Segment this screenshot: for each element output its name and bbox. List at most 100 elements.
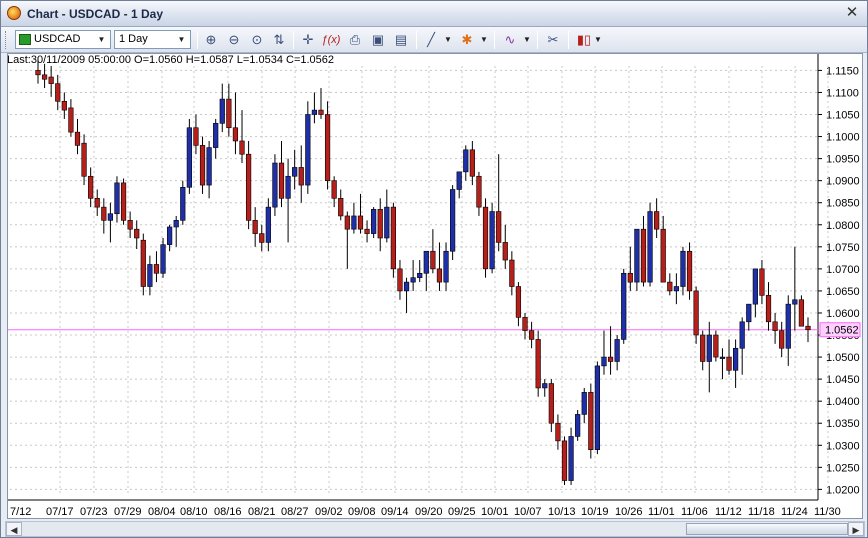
candle-body	[469, 149, 475, 177]
candle-body	[120, 182, 127, 221]
candle-body	[193, 127, 199, 146]
candle-body	[226, 98, 232, 129]
candle-body	[259, 233, 265, 243]
x-axis-tick-label: 09/14	[381, 506, 409, 518]
candle-body	[535, 339, 541, 389]
y-axis-tick-label: 1.0850	[826, 198, 860, 210]
print-icon[interactable]: ⎙	[345, 31, 365, 49]
candle-body	[167, 226, 173, 245]
candle-body	[686, 250, 693, 292]
candle-body	[568, 436, 574, 481]
zoom-out-icon[interactable]: ⊖	[224, 31, 244, 49]
chevron-down-icon[interactable]: ▼	[175, 32, 188, 47]
chevron-down-icon[interactable]: ▼	[479, 31, 489, 49]
x-axis-tick-label: 09/20	[415, 506, 443, 518]
zoom-in-icon[interactable]: ⊕	[201, 31, 221, 49]
y-axis-tick-label: 1.0500	[826, 352, 860, 364]
candle-body	[640, 228, 647, 283]
candle-body	[74, 131, 81, 146]
candle-body	[680, 250, 686, 287]
horizontal-scrollbar[interactable]: ◀ ▶	[5, 521, 865, 537]
chevron-down-icon[interactable]: ▼	[593, 31, 603, 49]
candlestick-chart[interactable]: 1.1150 1.1100 1.1050 1.1000 1.0950 1.0900 1.08…	[8, 54, 862, 518]
scrollbar-thumb[interactable]	[686, 523, 848, 535]
candle-body	[252, 220, 258, 234]
y-axis-tick-label: 1.1100	[826, 87, 859, 99]
toolbar-separator	[197, 31, 198, 49]
candle-body	[384, 206, 390, 239]
candle-body	[101, 206, 107, 221]
toolbar-grip[interactable]	[5, 31, 8, 49]
x-axis-tick-label: 11/01	[648, 506, 675, 518]
scroll-right-icon[interactable]: ▶	[848, 522, 864, 536]
chart-type-icon[interactable]: ▮▯	[574, 31, 594, 49]
object-tool-icon[interactable]: ✱	[457, 31, 477, 49]
candle-body	[61, 100, 67, 111]
candle-body	[607, 356, 614, 362]
chevron-down-icon[interactable]: ▼	[522, 31, 532, 49]
title-bar[interactable]: Chart - USDCAD - 1 Day ✕	[1, 1, 867, 27]
auto-scroll-icon[interactable]: ⇅	[269, 31, 289, 49]
scroll-left-icon[interactable]: ◀	[6, 522, 22, 536]
candle-body	[528, 330, 535, 340]
candle-body	[338, 198, 344, 217]
toolbar-separator	[416, 31, 417, 49]
candle-body	[305, 114, 311, 186]
window-title: Chart - USDCAD - 1 Day	[27, 7, 164, 21]
candle-body	[331, 180, 337, 199]
candle-body	[673, 286, 679, 292]
toolbar-separator	[293, 31, 294, 49]
chart-area[interactable]: 1.1150 1.1100 1.1050 1.1000 1.0950 1.0900 1.08…	[7, 53, 863, 519]
y-axis-tick-label: 1.0700	[826, 264, 860, 276]
x-axis-tick-label: 11/24	[781, 506, 808, 518]
candle-body	[450, 189, 456, 252]
candle-body	[298, 167, 304, 186]
toolbar-separator	[494, 31, 495, 49]
candle-body	[581, 392, 587, 415]
timeframe-select[interactable]: 1 Day ▼	[114, 30, 191, 49]
app-logo-icon	[7, 6, 21, 20]
candle-body	[522, 317, 528, 331]
candle-body	[423, 250, 429, 274]
toolbar-separator	[537, 31, 538, 49]
candle-body	[417, 272, 423, 278]
chart-window: Chart - USDCAD - 1 Day ✕ USDCAD ▼ 1 Day …	[0, 0, 868, 538]
candle-body	[746, 303, 752, 323]
candle-body	[371, 209, 377, 234]
symbol-select[interactable]: USDCAD ▼	[15, 30, 111, 49]
y-axis-tick-label: 1.0900	[826, 176, 860, 188]
candle-body	[364, 228, 370, 234]
candle-body	[752, 268, 758, 305]
candle-body	[68, 107, 74, 133]
candle-body	[726, 356, 732, 371]
x-axis-tick-label: 11/18	[748, 506, 775, 518]
symbol-value: USDCAD	[34, 33, 81, 45]
x-axis-tick-label: 09/25	[448, 506, 476, 518]
y-axis-tick-label: 1.0650	[826, 286, 860, 298]
properties-icon[interactable]: ✂	[543, 31, 563, 49]
line-tool-icon[interactable]: ╱	[421, 31, 441, 49]
save-icon[interactable]: ▣	[368, 31, 388, 49]
candle-body	[772, 321, 778, 331]
indicator-icon[interactable]: ∿	[500, 31, 520, 49]
chevron-down-icon[interactable]: ▼	[443, 31, 453, 49]
candle-body	[502, 242, 508, 261]
x-axis-tick-label: 08/04	[148, 506, 176, 518]
crosshair-icon[interactable]: ✛	[298, 31, 318, 49]
x-axis-tick-label: 07/17	[46, 506, 74, 518]
candle-body	[114, 182, 120, 215]
zoom-reset-icon[interactable]: ⊙	[247, 31, 267, 49]
y-axis-tick-label: 1.0400	[826, 396, 860, 408]
x-axis-tick-label: 09/02	[315, 506, 343, 518]
close-button[interactable]: ✕	[843, 4, 861, 22]
x-axis-tick-label: 11/06	[681, 506, 708, 518]
candle-body	[318, 109, 324, 115]
function-icon[interactable]: ƒ(x)	[321, 31, 341, 49]
candle-body	[601, 356, 607, 367]
candle-body	[496, 211, 502, 243]
template-icon[interactable]: ▤	[391, 31, 411, 49]
candle-body	[48, 76, 54, 84]
candle-body	[153, 264, 160, 274]
chevron-down-icon[interactable]: ▼	[95, 32, 108, 47]
candle-body	[357, 215, 364, 230]
